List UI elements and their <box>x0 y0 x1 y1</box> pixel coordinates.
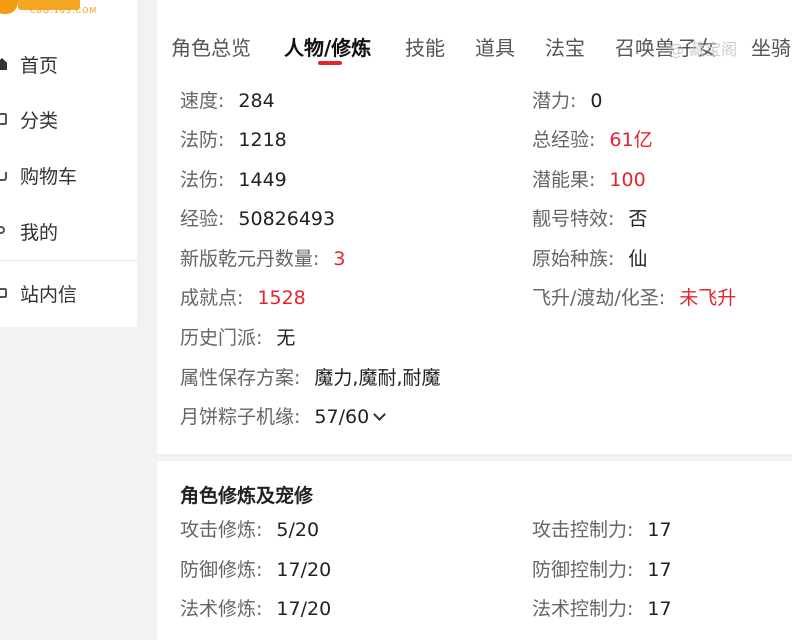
sidebar-item-category[interactable]: 分类 <box>0 99 137 139</box>
cult-attack-control: 攻击控制力: 17 <box>532 519 672 541</box>
home-icon <box>0 58 7 70</box>
site-logo[interactable]: CBG.163.COM <box>0 0 120 20</box>
attr-magic-damage: 法伤: 1449 <box>180 169 287 191</box>
sidebar-item-label: 我的 <box>20 221 59 244</box>
attr-speed: 速度: 284 <box>180 90 275 112</box>
character-attributes-panel: 角色总览 人物/修炼 技能 道具 法宝 召唤兽 子女 坐骑 @ 藏宝阁 速度: 2… <box>157 0 792 454</box>
tab-bar: 角色总览 人物/修炼 技能 道具 法宝 召唤兽 子女 坐骑 @ 藏宝阁 <box>157 0 792 70</box>
cult-defense: 防御修炼: 17/20 <box>180 559 332 581</box>
sidebar-item-cart[interactable]: 购物车 <box>0 155 137 195</box>
tab-summons[interactable]: 召唤兽 <box>615 32 675 61</box>
attr-history-school: 历史门派: 无 <box>180 327 296 349</box>
tab-items[interactable]: 道具 <box>475 32 515 61</box>
section-title: 角色修炼及宠修 <box>180 485 314 507</box>
cultivation-panel: 角色修炼及宠修 攻击修炼: 5/20 防御修炼: 17/20 法术修炼: 17/20 … <box>157 461 792 640</box>
attr-magic-defense: 法防: 1218 <box>180 129 287 151</box>
attr-ascension-status: 飞升/渡劫/化圣: 未飞升 <box>532 287 737 309</box>
category-icon <box>0 113 7 125</box>
attr-original-race: 原始种族: 仙 <box>532 248 648 270</box>
watermark: @ 藏宝阁 <box>668 40 738 59</box>
message-icon <box>0 288 7 298</box>
tab-treasures[interactable]: 法宝 <box>545 32 585 61</box>
cult-attack: 攻击修炼: 5/20 <box>180 519 320 541</box>
cult-magic: 法术修炼: 17/20 <box>180 598 332 620</box>
attr-total-experience: 总经验: 61亿 <box>532 129 653 151</box>
tab-overview[interactable]: 角色总览 <box>171 32 251 61</box>
attr-mooncake-chance[interactable]: 月饼粽子机缘: 57/60 <box>180 405 387 429</box>
sidebar-item-mine[interactable]: 我的 <box>0 211 137 251</box>
attr-qianyuandan: 新版乾元丹数量: 3 <box>180 248 346 270</box>
active-tab-indicator <box>318 61 342 65</box>
tab-character-cultivation[interactable]: 人物/修炼 <box>284 32 371 61</box>
cult-defense-control: 防御控制力: 17 <box>532 559 672 581</box>
attr-achievement-points: 成就点: 1528 <box>180 287 306 309</box>
sidebar-divider <box>0 260 137 261</box>
attr-potential-fruit: 潜能果: 100 <box>532 169 646 191</box>
sidebar-item-messages[interactable]: 站内信 <box>0 273 137 313</box>
sidebar-item-home[interactable]: 首页 <box>0 44 137 84</box>
cart-icon <box>0 172 7 181</box>
tab-mounts[interactable]: 坐骑 <box>751 32 791 61</box>
logo-mark-icon <box>0 0 18 14</box>
tab-skills[interactable]: 技能 <box>405 32 445 61</box>
attr-special-number: 靓号特效: 否 <box>532 208 648 230</box>
chevron-down-icon[interactable] <box>373 408 387 421</box>
user-icon <box>0 226 5 234</box>
attr-save-scheme: 属性保存方案: 魔力,魔耐,耐魔 <box>180 367 441 389</box>
sidebar-item-label: 分类 <box>20 109 59 132</box>
cult-magic-control: 法术控制力: 17 <box>532 598 672 620</box>
sidebar-item-label: 购物车 <box>20 165 78 188</box>
sidebar-item-label: 站内信 <box>20 283 78 306</box>
sidebar: CBG.163.COM 首页 分类 购物车 我的 站内信 <box>0 0 137 327</box>
sidebar-item-label: 首页 <box>20 54 59 77</box>
logo-subtext: CBG.163.COM <box>30 6 98 15</box>
attr-experience: 经验: 50826493 <box>180 208 336 230</box>
attr-potential: 潜力: 0 <box>532 90 603 112</box>
